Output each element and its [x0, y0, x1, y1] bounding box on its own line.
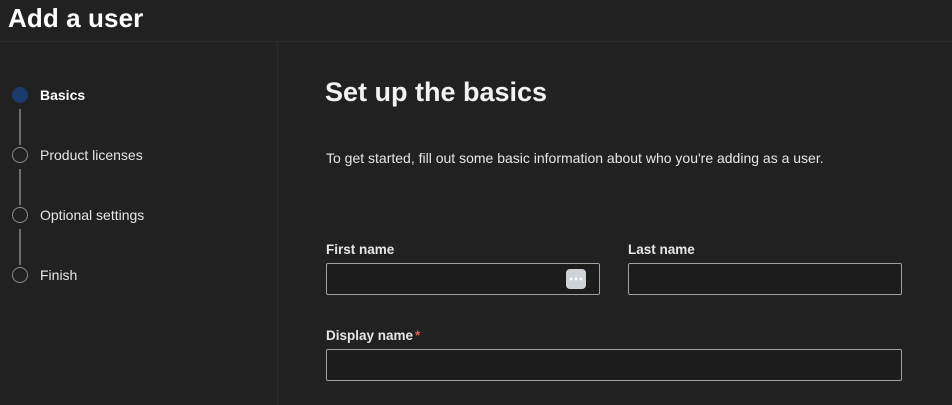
- wizard-steps: Basics Product licenses Optional setting…: [0, 43, 278, 405]
- step-label: Basics: [40, 87, 86, 103]
- required-marker: *: [415, 328, 421, 343]
- intro-text: To get started, fill out some basic info…: [326, 150, 824, 166]
- first-name-label: First name: [326, 242, 395, 257]
- step-current-icon: [12, 87, 28, 103]
- first-name-field-wrap: [326, 263, 600, 295]
- page-header: Add a user: [0, 0, 952, 42]
- step-label: Optional settings: [40, 207, 145, 223]
- step-optional-settings[interactable]: Optional settings: [12, 205, 144, 225]
- step-connector: [19, 229, 21, 265]
- step-pending-icon: [12, 267, 28, 283]
- display-name-input[interactable]: [326, 349, 902, 381]
- main-content: Set up the basics To get started, fill o…: [279, 43, 952, 405]
- page-header-title: Add a user: [8, 3, 144, 33]
- step-basics[interactable]: Basics: [12, 85, 85, 105]
- display-name-label-text: Display name: [326, 328, 414, 343]
- step-pending-icon: [12, 207, 28, 223]
- step-pending-icon: [12, 147, 28, 163]
- step-connector: [19, 109, 21, 145]
- step-label: Product licenses: [40, 147, 143, 163]
- step-label: Finish: [40, 267, 78, 283]
- step-product-licenses[interactable]: Product licenses: [12, 145, 143, 165]
- first-name-input[interactable]: [326, 263, 600, 295]
- display-name-label: Display name *: [326, 328, 420, 343]
- last-name-input[interactable]: [628, 263, 902, 295]
- step-finish[interactable]: Finish: [12, 265, 77, 285]
- last-name-label: Last name: [628, 242, 695, 257]
- more-horizontal-icon[interactable]: [566, 269, 586, 289]
- step-connector: [19, 169, 21, 205]
- page-title: Set up the basics: [325, 77, 548, 107]
